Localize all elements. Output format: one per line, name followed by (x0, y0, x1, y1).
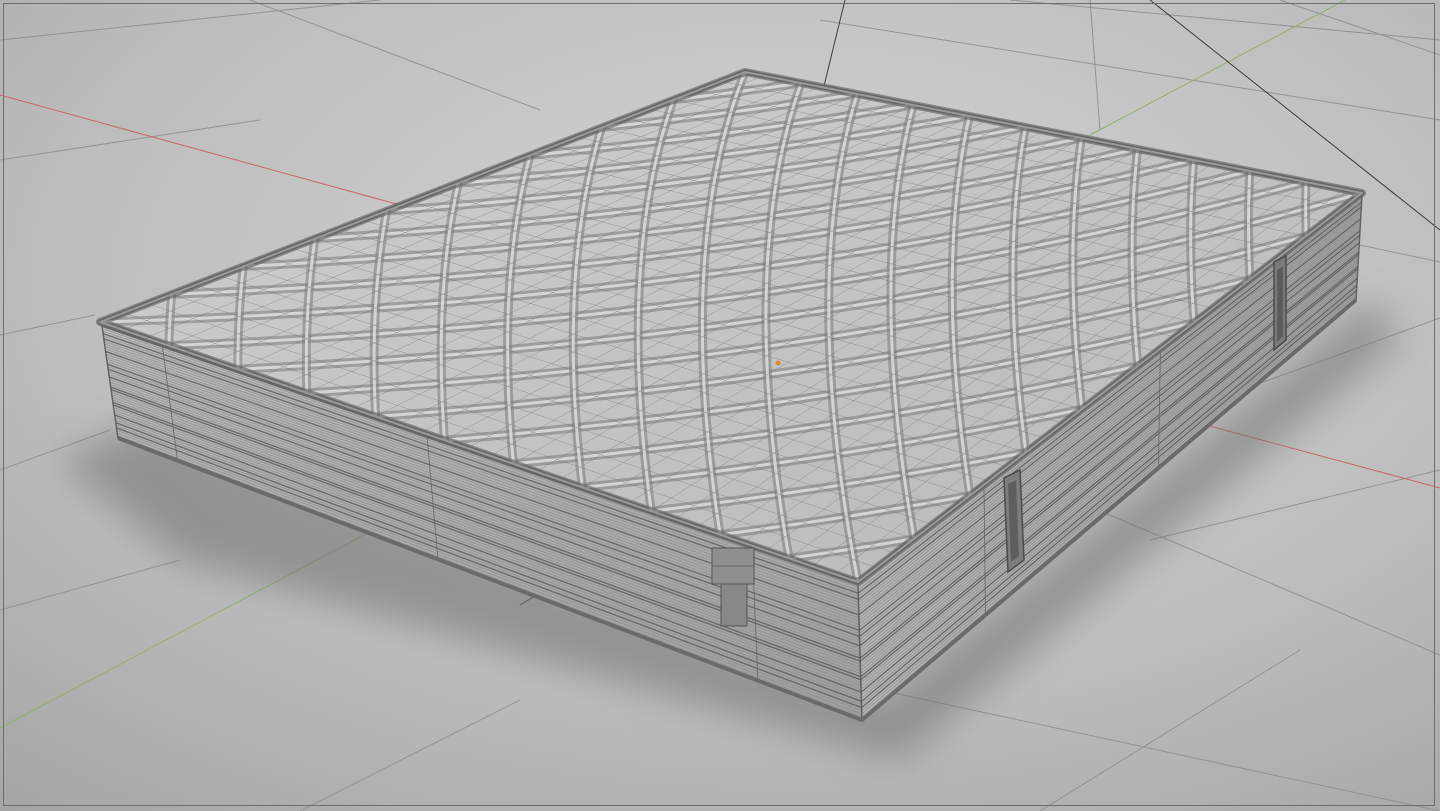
viewport-canvas[interactable] (0, 0, 1440, 811)
3d-viewport[interactable] (0, 0, 1440, 811)
handle-front-right (1003, 468, 1025, 574)
handle-right-side (1273, 254, 1287, 352)
object-origin-point[interactable] (775, 360, 781, 366)
